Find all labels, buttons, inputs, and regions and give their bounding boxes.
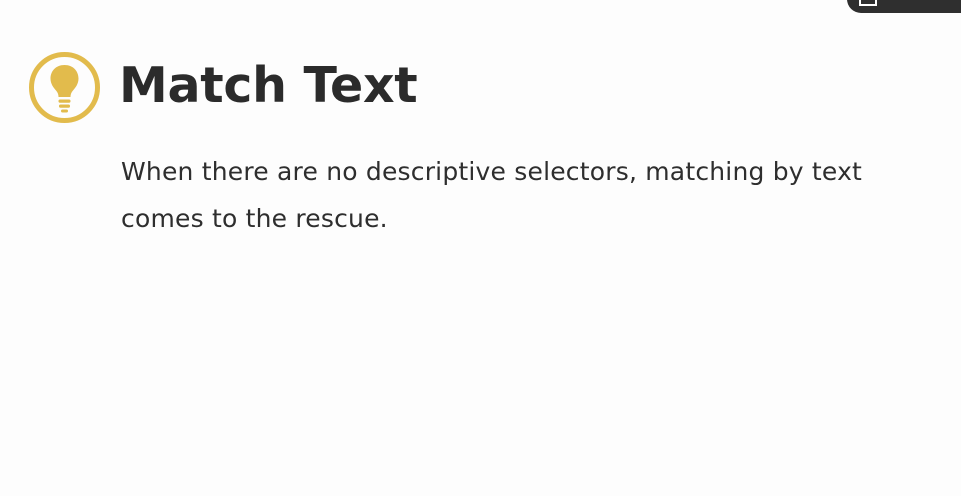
lightbulb-icon [28, 51, 101, 124]
screen-icon[interactable] [859, 0, 877, 6]
slide-title: Match Text [119, 57, 418, 114]
slide-body-text: When there are no descriptive selectors,… [121, 157, 863, 233]
slide: Match Text When there are no descriptive… [0, 0, 961, 496]
player-control-pill[interactable] [847, 0, 961, 13]
